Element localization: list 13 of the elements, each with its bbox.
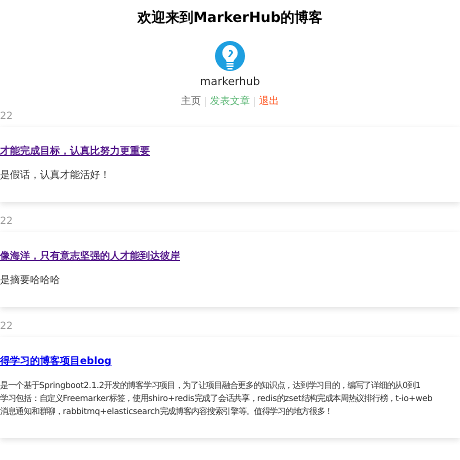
post-date: 22: [0, 215, 14, 229]
nav-link[interactable]: 主页: [177, 95, 205, 109]
post-summary: 是一个基于Springboot2.1.2开发的博客学习项目，为了让项目融合更多的知识点，达到学习目的，编写了详细的从0到1 学习包括：自定义Freemarker标签，使用shiro+redis完成了会话共享，redis的zset结构完成本周热议排行榜，t-io+web 消息通知和群聊，rabbitmq+elasticsearch完成博客内容搜索引擎等。值得学习的地方很多！: [0, 379, 434, 418]
post-title-link[interactable]: 像海洋，只有意志坚强的人才能到达彼岸: [0, 250, 180, 264]
lightbulb-logo-icon: [214, 40, 246, 72]
username: markerhub: [200, 75, 260, 89]
post-title-link[interactable]: 得学习的博客项目eblog: [0, 355, 112, 369]
post-summary: 是摘要哈哈哈: [0, 274, 61, 287]
post-summary: 是假话，认真才能活好！: [0, 169, 111, 182]
post-date: 22: [0, 320, 14, 334]
page-title: 欢迎来到MarkerHub的博客: [137, 8, 323, 28]
post-date: 22: [0, 110, 14, 124]
post-title-link[interactable]: 才能完成目标，认真比努力更重要: [0, 145, 150, 159]
